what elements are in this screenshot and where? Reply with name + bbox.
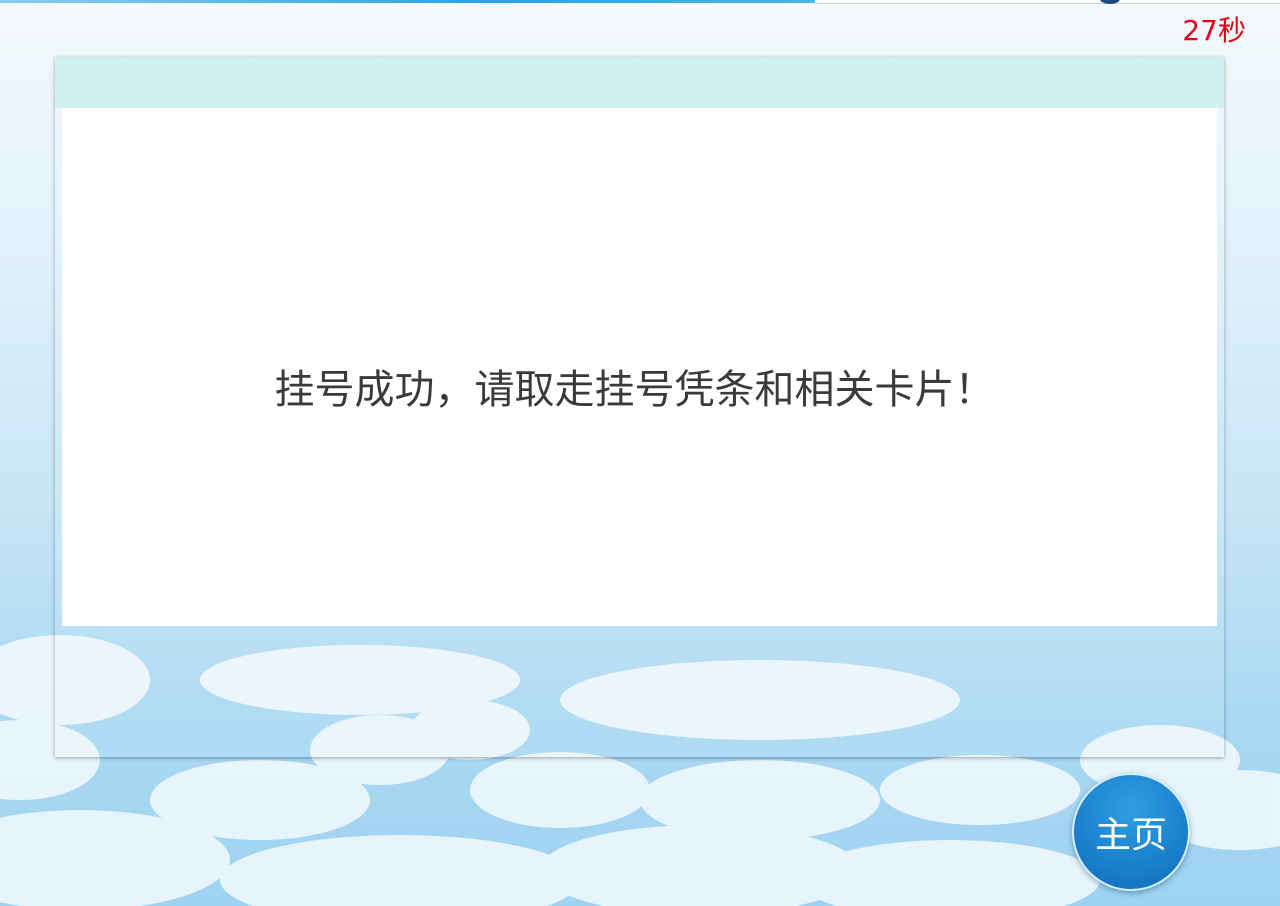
top-bar-track (815, 0, 1280, 4)
dialog-header (55, 57, 1224, 108)
success-message: 挂号成功，请取走挂号凭条和相关卡片！ (274, 367, 995, 413)
dialog-body: 挂号成功，请取走挂号凭条和相关卡片！ (62, 108, 1217, 626)
message-dialog: 挂号成功，请取走挂号凭条和相关卡片！ (55, 57, 1224, 757)
countdown-timer: 27秒 (1182, 14, 1246, 47)
top-progress-bar (0, 0, 815, 3)
home-button[interactable]: 主页 (1072, 773, 1190, 891)
